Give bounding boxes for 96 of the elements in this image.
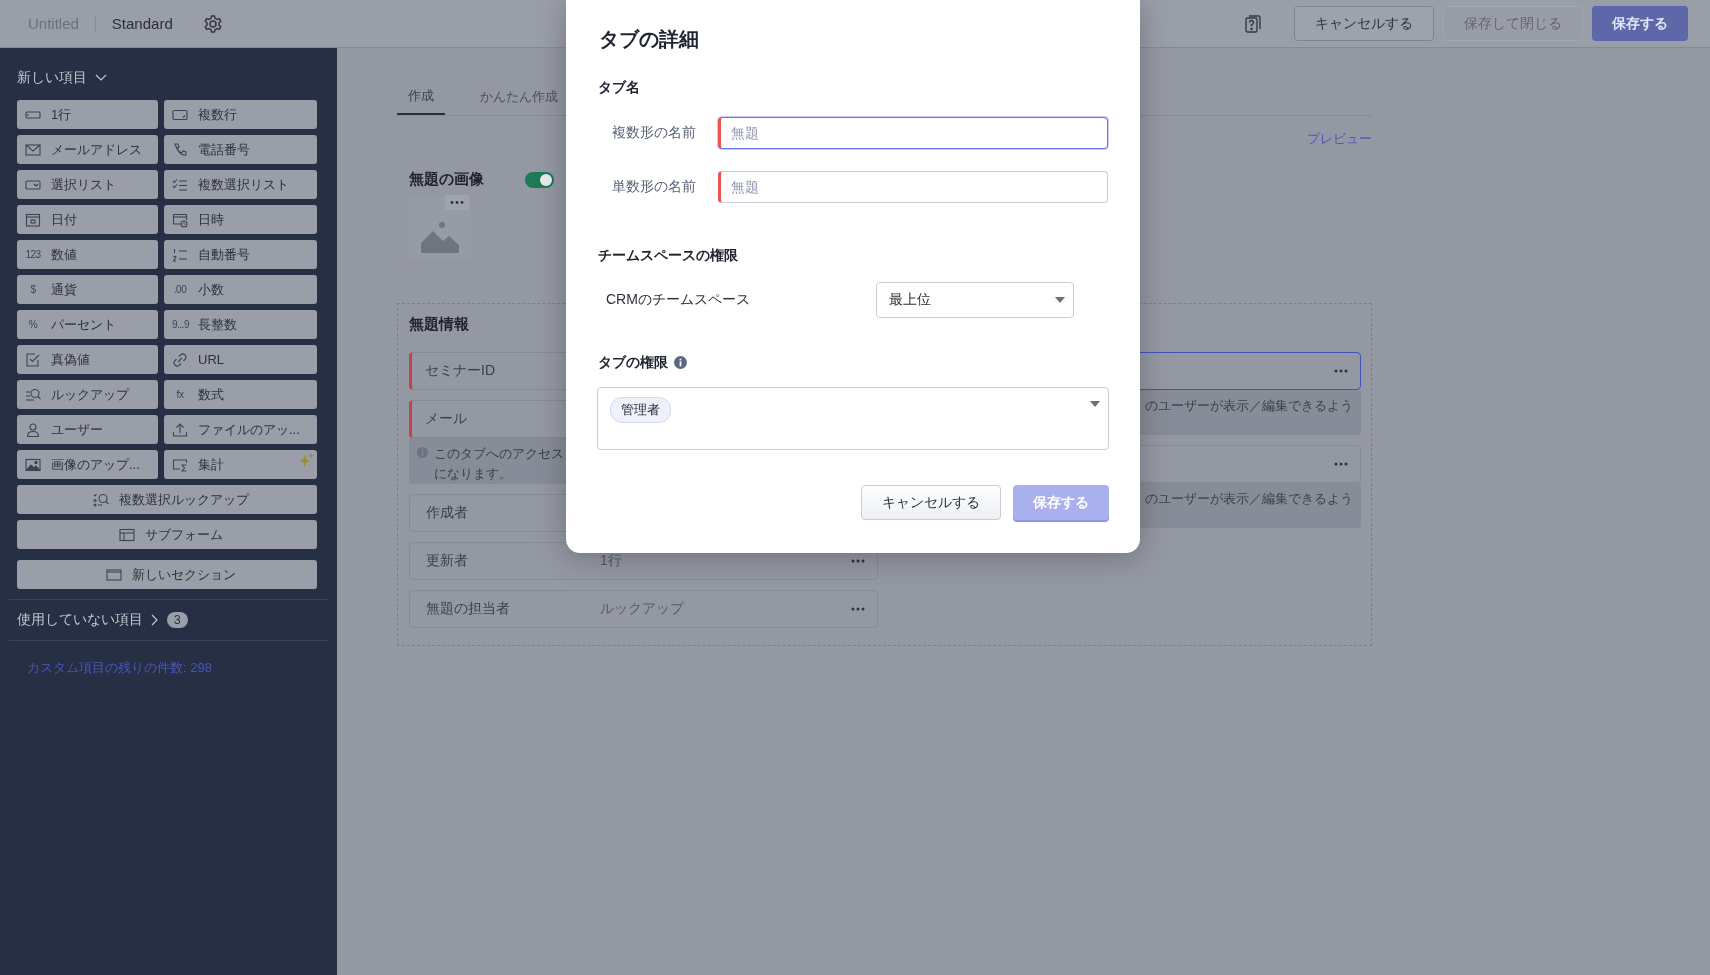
link-icon [172,351,188,368]
field-label: 複数形の名前 [611,124,697,142]
calendar-icon [25,211,41,228]
name-input-field[interactable]: 無題 [718,171,1108,203]
field-type-button[interactable]: % パーセント [17,310,158,339]
field-type-button[interactable]: 9...9 長整数 [164,310,317,339]
field-type-icon: 123 [25,249,41,260]
sidebar-heading[interactable]: 新しい項目 [17,69,87,87]
save-button[interactable]: 保存する [1592,6,1688,41]
field-type-button[interactable]: 複数選択リスト [164,170,317,199]
note-text: のユーザーが表示／編集できるよう [1145,490,1353,508]
role-chip[interactable]: 管理者 [610,397,671,423]
more-icon[interactable] [851,559,865,563]
field-label: 作成者 [426,504,469,522]
person-icon [25,421,41,438]
field-label: CRMのチームスペース [605,291,751,309]
field-type-button[interactable]: 複数選択ルックアップ [17,485,317,514]
tab[interactable]: かんたん作成 [469,78,569,115]
image-icon [25,456,41,473]
info-icon[interactable] [674,355,687,369]
field-type-icon: 9...9 [172,319,188,330]
upload-icon [172,421,188,438]
section-icon [106,566,122,583]
sum-icon [172,456,188,473]
cancel-button[interactable]: キャンセルする [861,485,1001,520]
count-badge: 3 [167,612,188,628]
field-type-button[interactable]: 日時 [164,205,317,234]
form-field-row[interactable]: 無題の担当者 ルックアップ [409,590,878,628]
field-label: セミナーID [425,362,496,380]
chevron-down-icon[interactable] [95,74,107,82]
help-icon[interactable] [1245,14,1261,33]
teamspace-dropdown[interactable]: 最上位 [876,282,1074,318]
mountain-icon [421,221,459,253]
layout-name[interactable]: Standard [111,15,173,32]
permission-select-field[interactable]: 管理者 [597,387,1109,450]
settings-icon[interactable] [202,13,223,34]
sparkle-icon [299,453,314,468]
tab[interactable]: 作成 [397,78,445,115]
field-type-icon: .00 [172,284,188,295]
field-type-button[interactable]: 123 数値 [17,240,158,269]
section-title: 無題情報 [409,314,470,334]
field-type-icon: % [25,319,41,330]
checkbox-icon [25,351,41,368]
unused-fields-label[interactable]: 使用していない項目 [17,611,143,629]
phone-icon [172,141,188,158]
caret-icon [1055,297,1065,303]
image-field-title: 無題の画像 [409,170,485,189]
field-label: 無題の担当者 [426,600,511,618]
field-label: 更新者 [426,552,469,570]
toggle-switch[interactable] [525,171,554,188]
more-icon[interactable] [851,607,865,611]
header-button[interactable]: キャンセルする [1294,6,1434,41]
field-type-button[interactable]: 1行 [17,100,158,129]
field-label: 単数形の名前 [611,178,697,196]
field-label: メール [425,410,468,428]
field-type-button[interactable]: ルックアップ [17,380,158,409]
table-icon [119,526,135,543]
field-type-button[interactable]: 真偽値 [17,345,158,374]
dialog-title: タブの詳細 [599,27,700,52]
field-type-button[interactable]: ユーザー [17,415,158,444]
name-input-field[interactable]: 無題 [718,117,1108,149]
field-type-button[interactable]: 選択リスト [17,170,158,199]
remaining-count-text: カスタム項目の残りの件数: 298 [26,659,213,677]
section-heading: タブ名 [598,78,640,97]
field-type-button[interactable]: メールアドレス [17,135,158,164]
field-type-button[interactable]: 日付 [17,205,158,234]
field-type-button[interactable]: fx 数式 [164,380,317,409]
field-type-button[interactable]: ファイルのアッ... [164,415,317,444]
section-heading: チームスペースの権限 [598,246,738,265]
multi-lookup-icon [93,491,109,508]
more-icon[interactable] [1334,462,1348,466]
note-text: のユーザーが表示／編集できるよう [1145,397,1353,415]
field-type-button[interactable]: 電話番号 [164,135,317,164]
field-type-text: ルックアップ [600,600,684,618]
field-type-button[interactable]: .00 小数 [164,275,317,304]
calendar-clock-icon [172,211,188,228]
section-heading: タブの権限 [598,353,668,372]
field-type-icon: fx [172,389,188,400]
field-type-button[interactable]: 自動番号 [164,240,317,269]
envelope-icon [25,141,41,158]
more-icon[interactable] [445,195,469,210]
field-type-button[interactable]: URL [164,345,317,374]
info-icon [417,447,428,458]
chevron-right-icon[interactable] [151,614,159,626]
field-type-button[interactable]: 新しいセクション [17,560,317,589]
checklist-icon [172,176,188,193]
field-type-button[interactable]: サブフォーム [17,520,317,549]
field-type-button[interactable]: $ 通貨 [17,275,158,304]
caret-icon [1090,401,1100,407]
field-type-button[interactable]: 画像のアップ... [17,450,158,479]
lookup-icon [25,386,41,403]
field-type-icon: $ [25,284,41,295]
more-icon[interactable] [1334,369,1348,373]
field-type-button[interactable]: 集計 [164,450,317,479]
numbered-list-icon [172,246,188,263]
field-type-button[interactable]: 複数行 [164,100,317,129]
